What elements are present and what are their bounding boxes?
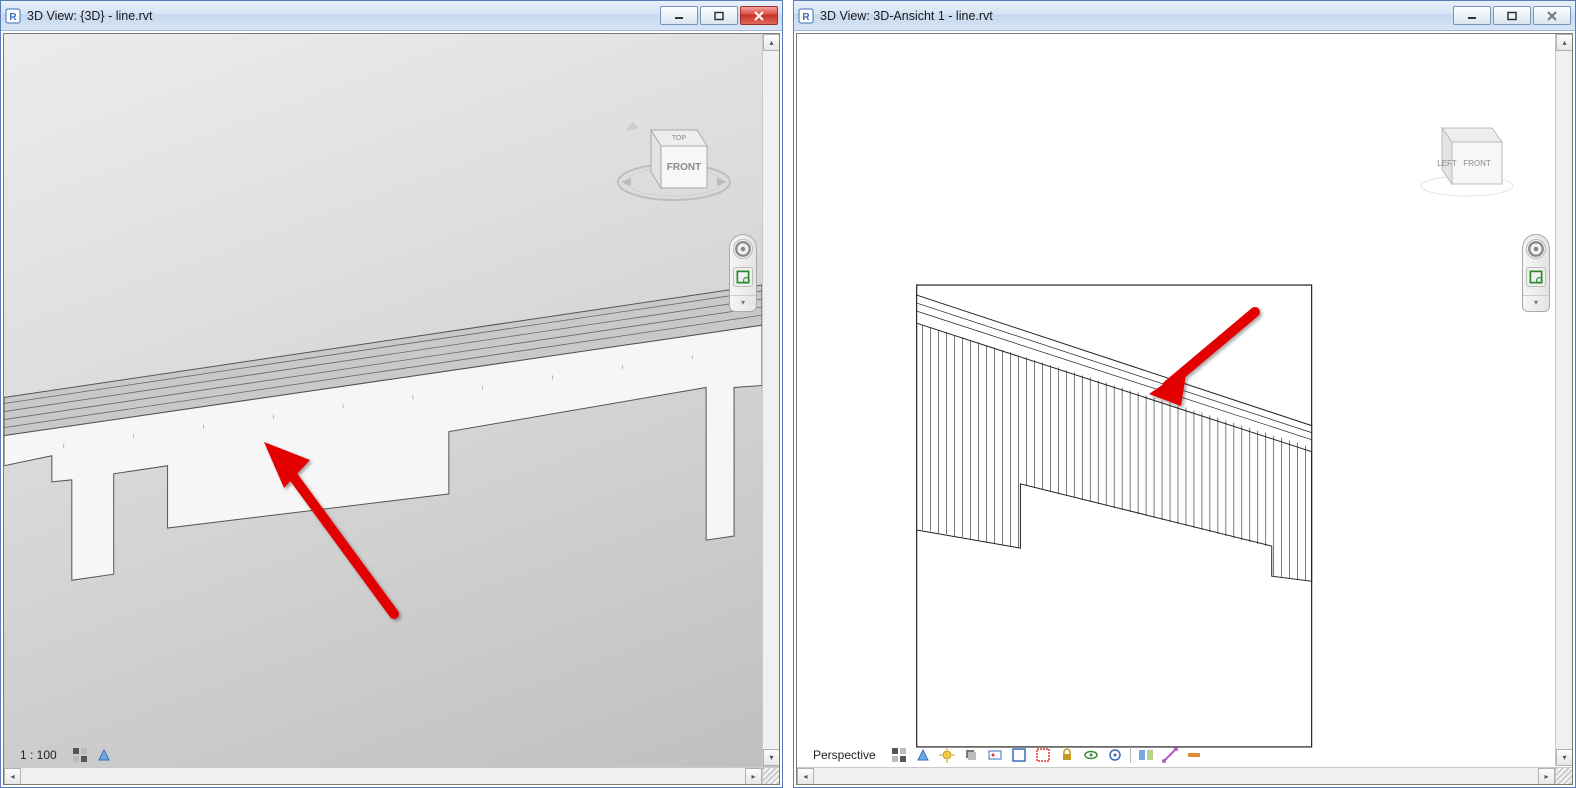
detail-level-icon[interactable] [71, 746, 89, 764]
viewcube-left-label[interactable]: LEFT [1437, 159, 1457, 168]
scroll-down-icon[interactable]: ▾ [1556, 749, 1573, 766]
svg-text:R: R [9, 12, 17, 23]
render-dialog-icon[interactable] [986, 746, 1004, 764]
viewport[interactable]: TOP FRONT ▾ 1 : 100 ▴ ▾ [3, 33, 780, 785]
viewcube-top-label[interactable]: TOP [672, 135, 687, 142]
scroll-left-icon[interactable]: ◂ [797, 768, 814, 785]
worksharing-display-icon[interactable] [1137, 746, 1155, 764]
size-grip[interactable] [1555, 767, 1572, 784]
viewcube-front-label[interactable]: FRONT [1463, 159, 1491, 168]
viewport[interactable]: LEFT FRONT ▾ Perspective [796, 33, 1573, 785]
scroll-up-icon[interactable]: ▴ [1556, 34, 1573, 51]
scroll-right-icon[interactable]: ▸ [745, 768, 762, 785]
horizontal-scrollbar[interactable]: ◂ ▸ [797, 767, 1555, 784]
horizontal-scrollbar[interactable]: ◂ ▸ [4, 767, 762, 784]
zoom-region-icon[interactable] [733, 267, 753, 287]
maximize-button[interactable] [1493, 6, 1531, 25]
scroll-up-icon[interactable]: ▴ [763, 34, 780, 51]
navbar-expand-icon[interactable]: ▾ [730, 295, 756, 307]
temporary-hide-icon[interactable] [1082, 746, 1100, 764]
maximize-button[interactable] [700, 6, 738, 25]
close-button-disabled[interactable] [1533, 6, 1571, 25]
view-scale[interactable]: Perspective [805, 747, 884, 763]
window-3d-view-1: R 3D View: {3D} - line.rvt [0, 0, 783, 788]
view-control-bar: 1 : 100 [6, 744, 119, 766]
reveal-constraints-icon[interactable] [1185, 746, 1203, 764]
svg-text:R: R [802, 12, 810, 23]
analytical-model-icon[interactable] [1161, 746, 1179, 764]
scroll-right-icon[interactable]: ▸ [1538, 768, 1555, 785]
reveal-hidden-icon[interactable] [1106, 746, 1124, 764]
shadows-icon[interactable] [962, 746, 980, 764]
minimize-button[interactable] [1453, 6, 1491, 25]
scroll-down-icon[interactable]: ▾ [763, 749, 780, 766]
navigation-bar[interactable]: ▾ [729, 234, 757, 312]
titlebar[interactable]: R 3D View: {3D} - line.rvt [1, 1, 782, 31]
scroll-left-icon[interactable]: ◂ [4, 768, 21, 785]
viewcube[interactable]: LEFT FRONT [1412, 94, 1522, 204]
minimize-button[interactable] [660, 6, 698, 25]
visual-style-icon[interactable] [95, 746, 113, 764]
app-icon: R [5, 8, 21, 24]
detail-level-icon[interactable] [890, 746, 908, 764]
view-control-bar: Perspective [799, 744, 1209, 766]
window-title: 3D View: 3D-Ansicht 1 - line.rvt [820, 9, 1453, 23]
vertical-scrollbar[interactable]: ▴ ▾ [762, 34, 779, 766]
vertical-scrollbar[interactable]: ▴ ▾ [1555, 34, 1572, 766]
crop-region-visible-icon[interactable] [1034, 746, 1052, 764]
lock-view-icon[interactable] [1058, 746, 1076, 764]
navigation-bar[interactable]: ▾ [1522, 234, 1550, 312]
close-button[interactable] [740, 6, 778, 25]
steering-wheel-icon[interactable] [733, 239, 753, 259]
window-buttons [1453, 6, 1571, 25]
navbar-expand-icon[interactable]: ▾ [1523, 295, 1549, 307]
size-grip[interactable] [762, 767, 779, 784]
titlebar[interactable]: R 3D View: 3D-Ansicht 1 - line.rvt [794, 1, 1575, 31]
viewcube[interactable]: TOP FRONT [609, 84, 739, 214]
separator [1130, 747, 1131, 763]
sun-path-icon[interactable] [938, 746, 956, 764]
window-3d-view-2: R 3D View: 3D-Ansicht 1 - line.rvt [793, 0, 1576, 788]
viewcube-front-label[interactable]: FRONT [667, 162, 701, 173]
visual-style-icon[interactable] [914, 746, 932, 764]
crop-view-icon[interactable] [1010, 746, 1028, 764]
view-scale[interactable]: 1 : 100 [12, 747, 65, 763]
window-buttons [660, 6, 778, 25]
window-title: 3D View: {3D} - line.rvt [27, 9, 660, 23]
app-icon: R [798, 8, 814, 24]
steering-wheel-icon[interactable] [1526, 239, 1546, 259]
zoom-region-icon[interactable] [1526, 267, 1546, 287]
